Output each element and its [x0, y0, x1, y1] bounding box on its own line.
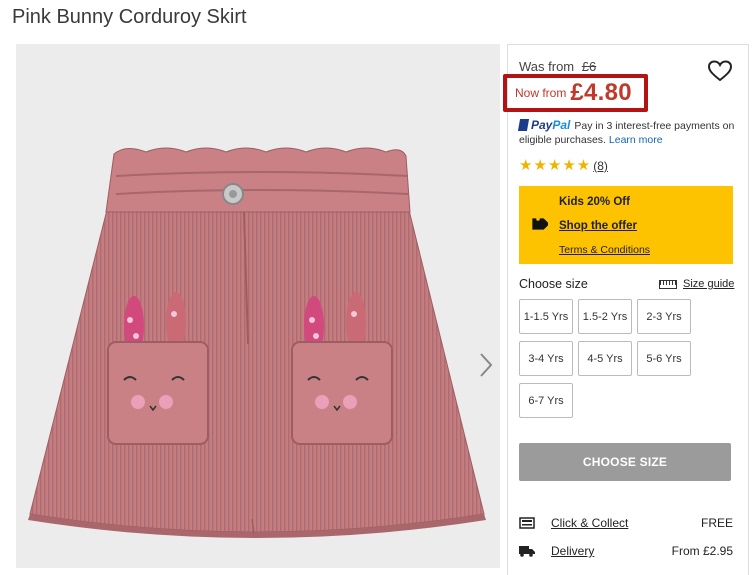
- paypal-logo: PayPal: [517, 118, 570, 132]
- was-price-value: £6: [581, 59, 597, 74]
- page-title: Pink Bunny Corduroy Skirt: [12, 6, 247, 28]
- now-price-highlight: Now from £4.80: [503, 74, 648, 112]
- review-count-link[interactable]: (8): [593, 159, 608, 173]
- click-collect-row: Click & Collect FREE: [519, 515, 733, 535]
- promo-title: Kids 20% Off: [559, 196, 630, 208]
- buy-box: Was from £6 Now from £4.80 PayPal Pay in …: [503, 44, 749, 575]
- was-price-label: Was from: [519, 59, 575, 74]
- next-image-arrow-icon[interactable]: [476, 350, 496, 380]
- ruler-icon: [659, 279, 677, 289]
- product-image: [16, 44, 500, 568]
- store-icon: [519, 517, 535, 529]
- paypal-message: PayPal Pay in 3 interest-free payments on…: [517, 118, 744, 147]
- delivery-link[interactable]: Delivery: [551, 544, 594, 558]
- skirt-illustration: [28, 147, 486, 538]
- was-price: Was from £6: [519, 59, 596, 74]
- now-price-value: £4.80: [570, 79, 632, 106]
- delivery-price: From £2.95: [671, 544, 733, 558]
- size-option[interactable]: 1-1.5 Yrs: [519, 299, 573, 334]
- rating: ★★★★★ (8): [519, 156, 608, 174]
- now-price-label: Now from: [515, 86, 567, 100]
- star-rating-icon: ★★★★★: [519, 157, 592, 174]
- click-collect-price: FREE: [700, 516, 733, 530]
- size-option[interactable]: 1.5-2 Yrs: [578, 299, 632, 334]
- click-collect-link[interactable]: Click & Collect: [551, 516, 628, 530]
- shop-offer-link[interactable]: Shop the offer: [559, 220, 637, 232]
- delivery-row: Delivery From £2.95: [519, 543, 733, 563]
- size-option[interactable]: 2-3 Yrs: [637, 299, 691, 334]
- promo-banner: Kids 20% Off Shop the offer Terms & Cond…: [519, 186, 733, 264]
- size-option[interactable]: 6-7 Yrs: [519, 383, 573, 418]
- size-option[interactable]: 4-5 Yrs: [578, 341, 632, 376]
- choose-size-button[interactable]: CHOOSE SIZE: [519, 443, 731, 481]
- heart-icon[interactable]: [707, 59, 733, 83]
- price-tag-icon: [532, 217, 548, 230]
- size-option[interactable]: 3-4 Yrs: [519, 341, 573, 376]
- learn-more-link[interactable]: Learn more: [609, 134, 663, 146]
- size-option[interactable]: 5-6 Yrs: [637, 341, 691, 376]
- choose-size-label: Choose size: [519, 277, 588, 291]
- truck-icon: [519, 546, 535, 557]
- terms-link[interactable]: Terms & Conditions: [559, 244, 650, 256]
- paypal-icon: [517, 119, 530, 131]
- size-guide-link[interactable]: Size guide: [659, 278, 734, 290]
